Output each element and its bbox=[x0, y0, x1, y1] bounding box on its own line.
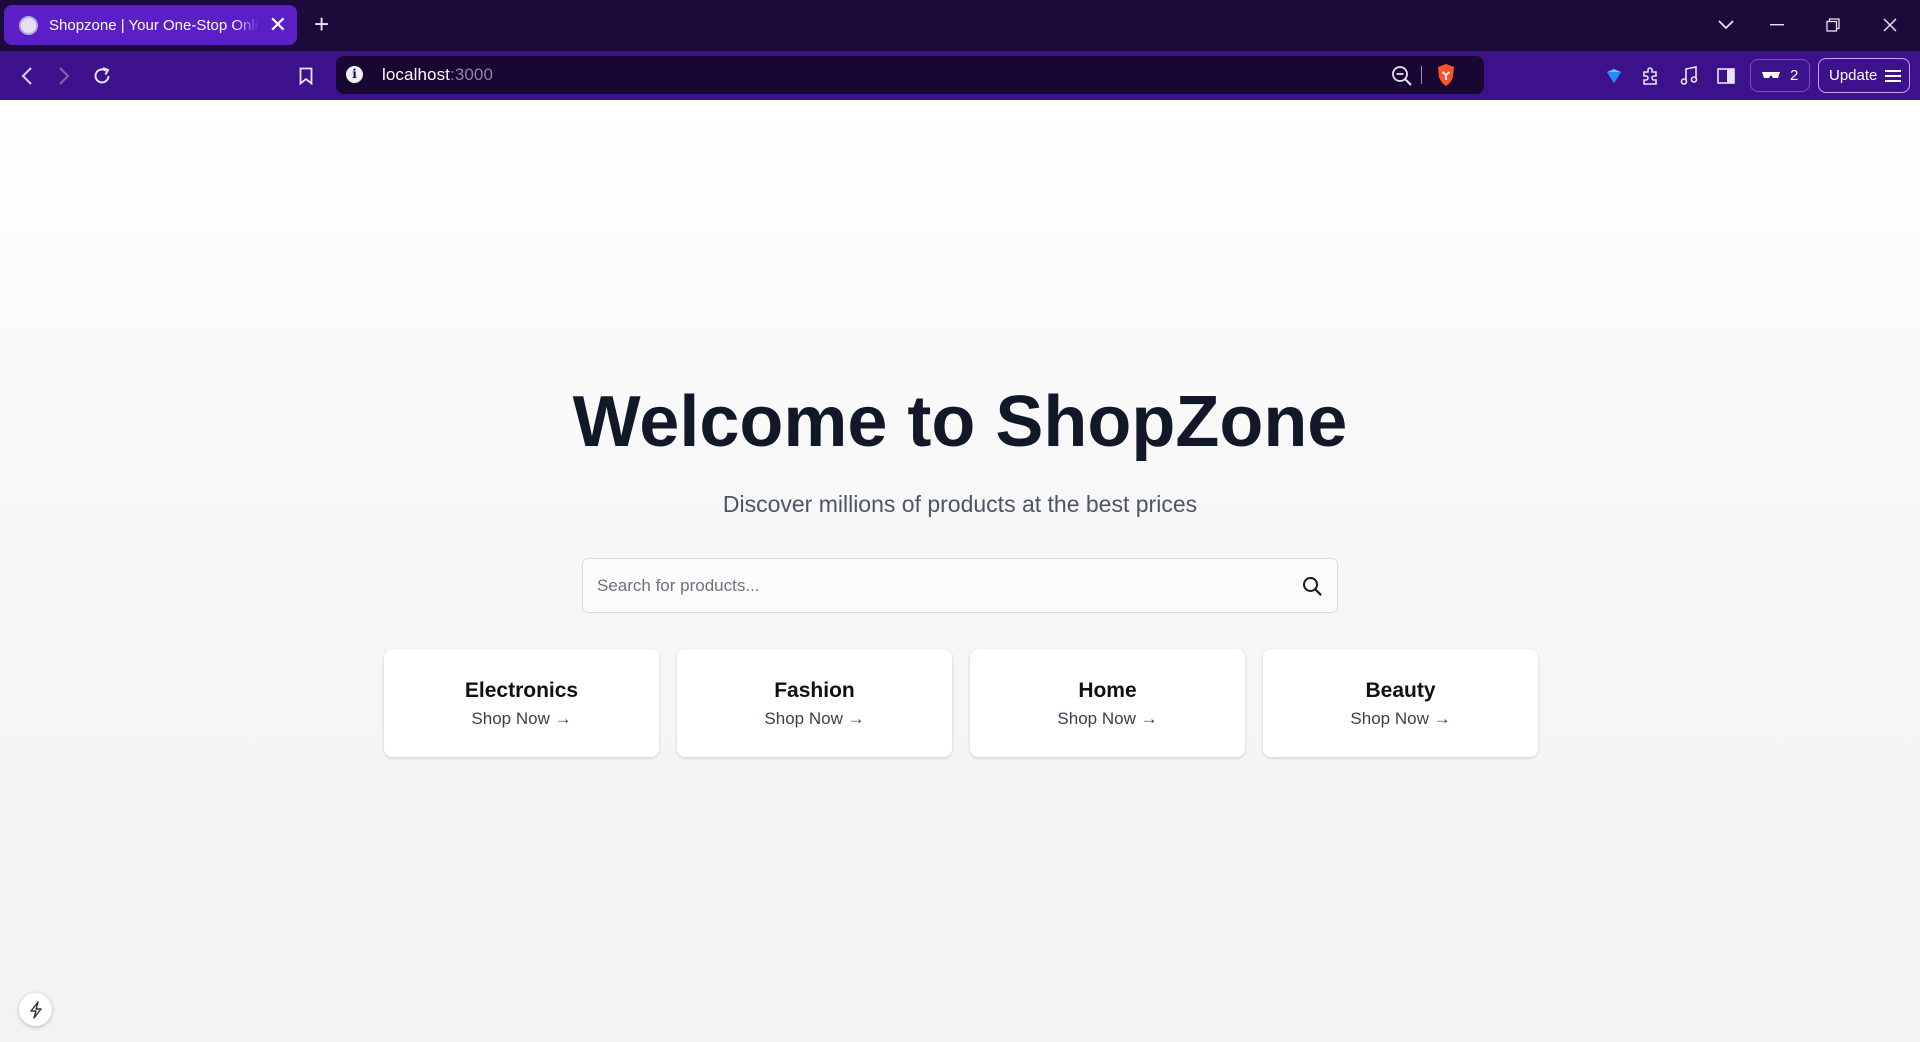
media-icon[interactable] bbox=[1676, 63, 1702, 89]
bookmark-icon[interactable] bbox=[293, 63, 319, 89]
category-card-fashion[interactable]: Fashion Shop Now → bbox=[677, 649, 952, 757]
extensions-icon[interactable] bbox=[1637, 63, 1663, 89]
wallet-icon[interactable] bbox=[1601, 63, 1627, 89]
category-name: Beauty bbox=[1365, 679, 1436, 702]
vpn-icon bbox=[1761, 67, 1781, 84]
site-info-icon[interactable]: i bbox=[346, 66, 363, 83]
shop-now-link[interactable]: Shop Now → bbox=[1263, 709, 1538, 729]
page-content: Welcome to ShopZone Discover millions of… bbox=[0, 100, 1920, 1042]
update-label: Update bbox=[1829, 67, 1878, 84]
category-card-electronics[interactable]: Electronics Shop Now → bbox=[384, 649, 659, 757]
back-icon[interactable] bbox=[14, 63, 40, 89]
address-bar[interactable]: i localhost:3000 bbox=[336, 56, 1484, 94]
search-input[interactable] bbox=[597, 559, 1277, 612]
forward-icon[interactable] bbox=[51, 63, 77, 89]
dev-tools-bolt-icon[interactable] bbox=[19, 993, 52, 1026]
active-tab[interactable]: Shopzone | Your One-Stop Online Store ✕ bbox=[4, 5, 297, 45]
shop-now-link[interactable]: Shop Now → bbox=[970, 709, 1245, 729]
hamburger-menu-icon bbox=[1885, 69, 1902, 82]
vpn-count: 2 bbox=[1790, 67, 1799, 84]
sidebar-icon[interactable] bbox=[1713, 63, 1739, 89]
tab-title: Shopzone | Your One-Stop Online Store bbox=[49, 16, 259, 34]
category-name: Home bbox=[1078, 679, 1137, 702]
category-card-beauty[interactable]: Beauty Shop Now → bbox=[1263, 649, 1538, 757]
tab-close-icon[interactable]: ✕ bbox=[269, 14, 287, 36]
browser-tabstrip: Shopzone | Your One-Stop Online Store ✕ … bbox=[0, 0, 1920, 51]
reload-icon[interactable] bbox=[89, 63, 115, 89]
restore-icon[interactable] bbox=[1819, 12, 1847, 38]
update-button[interactable]: Update bbox=[1818, 58, 1910, 93]
window-close-icon[interactable] bbox=[1876, 12, 1904, 38]
brave-shield-icon[interactable] bbox=[1436, 63, 1456, 92]
new-tab-icon[interactable]: + bbox=[314, 11, 329, 37]
vpn-button[interactable]: 2 bbox=[1750, 59, 1810, 92]
browser-toolbar: i localhost:3000 2 Update bbox=[0, 51, 1920, 100]
address-bar-divider bbox=[1421, 66, 1422, 84]
search-bar bbox=[582, 558, 1338, 613]
tab-list-icon[interactable] bbox=[1712, 12, 1740, 38]
shop-now-link[interactable]: Shop Now → bbox=[384, 709, 659, 729]
category-name: Electronics bbox=[464, 679, 579, 702]
url-text: localhost:3000 bbox=[382, 65, 494, 84]
minimize-icon[interactable] bbox=[1763, 12, 1791, 38]
search-icon[interactable] bbox=[1301, 575, 1323, 597]
tab-favicon-icon bbox=[19, 15, 38, 35]
zoom-out-icon[interactable] bbox=[1391, 65, 1413, 92]
hero-title: Welcome to ShopZone bbox=[572, 382, 1348, 462]
category-grid: Electronics Shop Now → Fashion Shop Now … bbox=[384, 649, 1538, 757]
category-name: Fashion bbox=[774, 679, 855, 702]
hero-subtitle: Discover millions of products at the bes… bbox=[722, 491, 1198, 517]
category-card-home[interactable]: Home Shop Now → bbox=[970, 649, 1245, 757]
shop-now-link[interactable]: Shop Now → bbox=[677, 709, 952, 729]
